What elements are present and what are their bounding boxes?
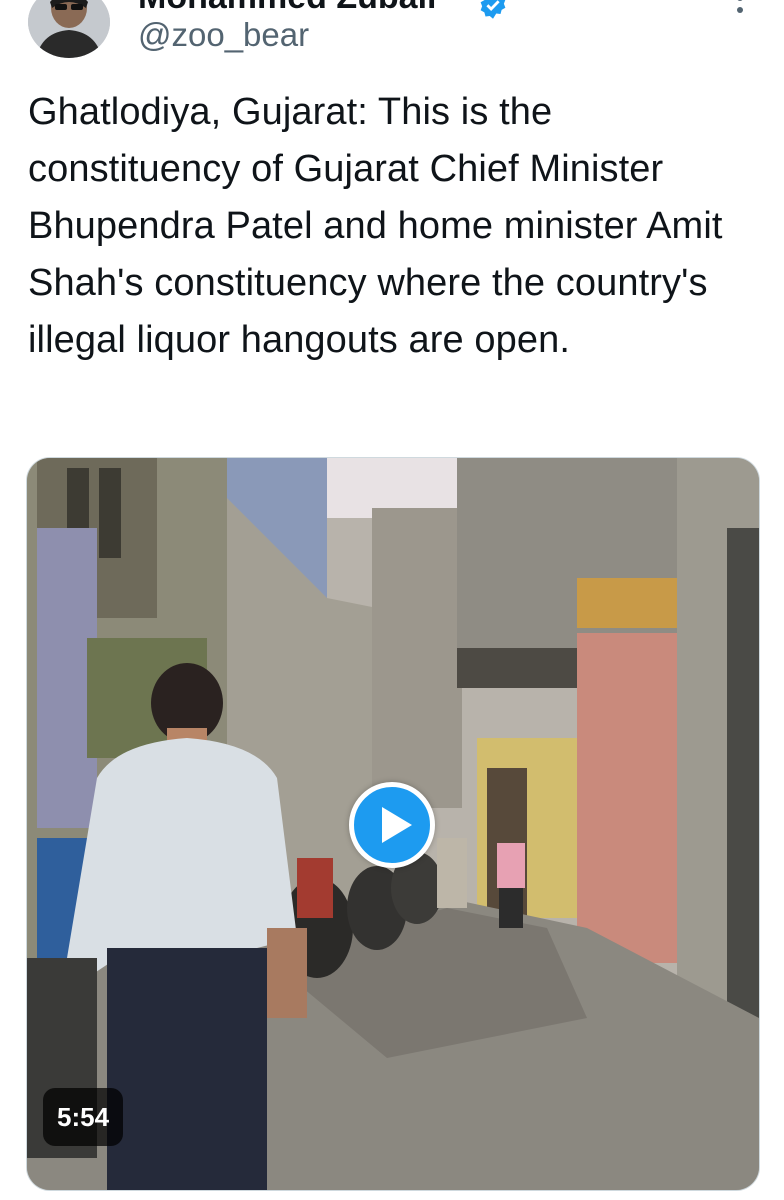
verified-badge-icon: [480, 0, 506, 19]
author-avatar[interactable]: [28, 0, 110, 58]
tweet-header: Mohammed Zubair @zoo_bear: [0, 0, 784, 80]
author-display-name[interactable]: Mohammed Zubair: [138, 0, 440, 17]
play-icon: [382, 807, 412, 843]
tweet-text: Ghatlodiya, Gujarat: This is the constit…: [28, 91, 723, 361]
video-duration-badge: 5:54: [43, 1088, 124, 1146]
play-button[interactable]: [349, 782, 435, 868]
video-player[interactable]: 5:54: [26, 457, 760, 1191]
more-options-icon[interactable]: [722, 0, 758, 34]
author-handle[interactable]: @zoo_bear: [138, 16, 309, 54]
